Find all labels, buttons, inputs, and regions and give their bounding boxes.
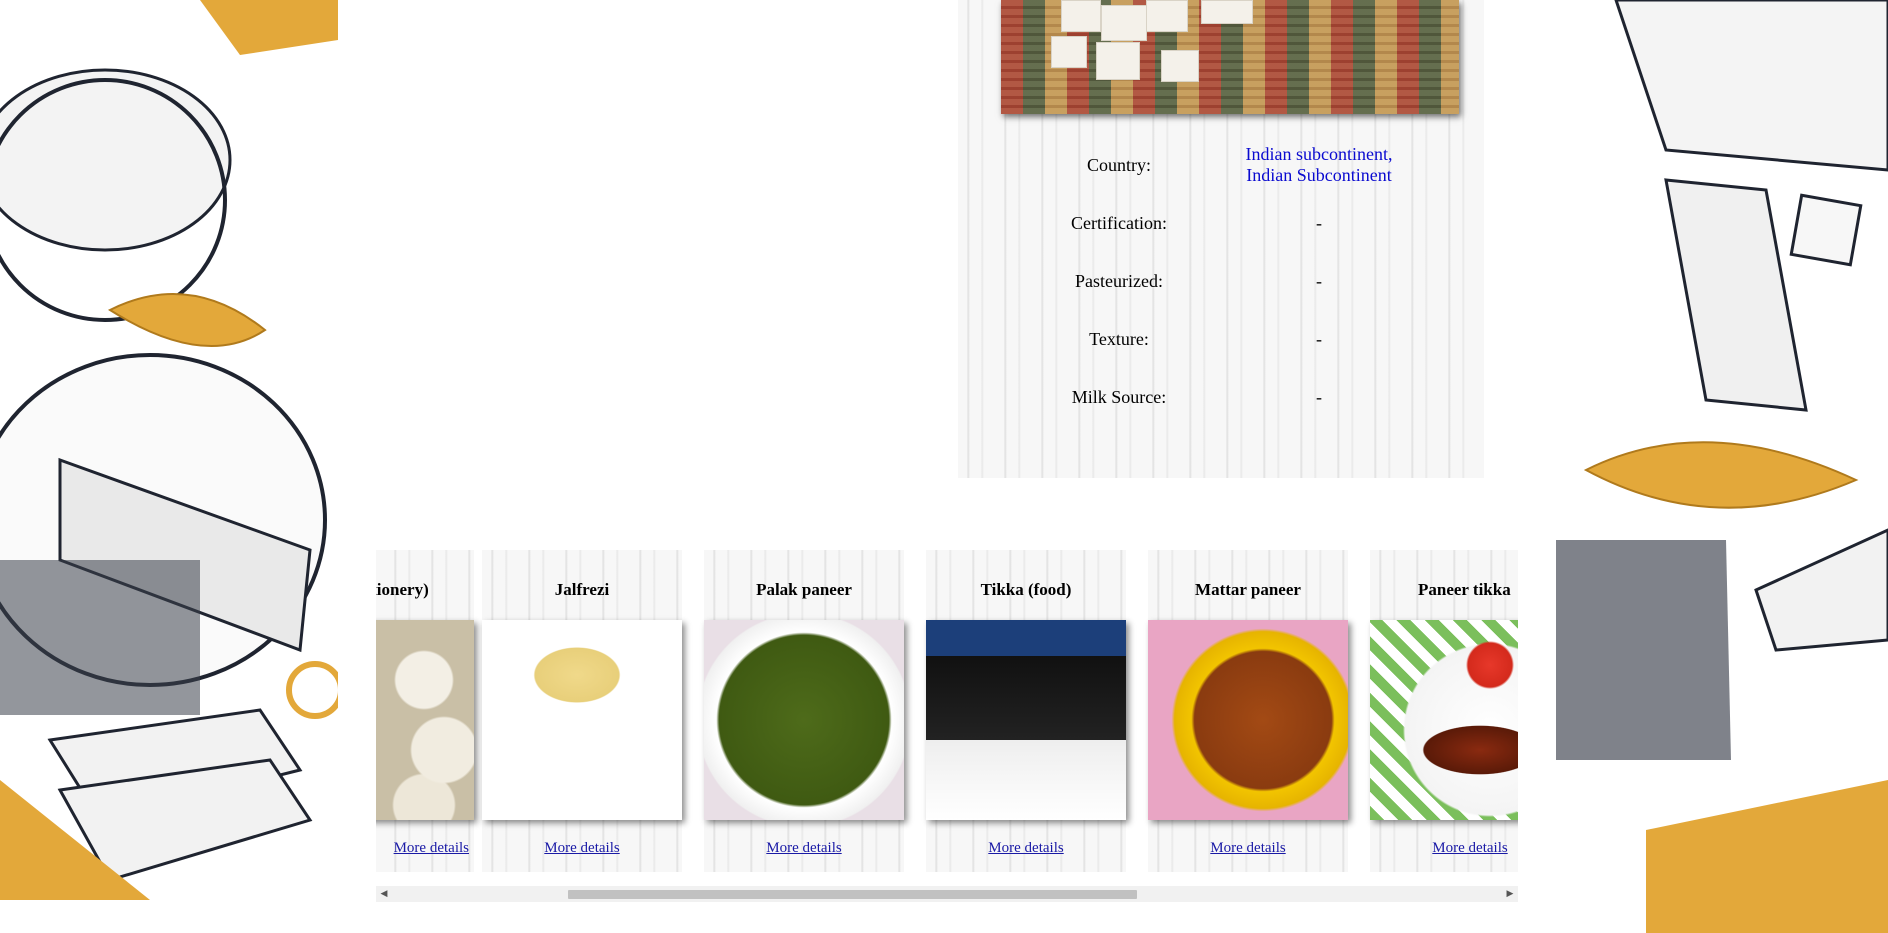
- dish-photo[interactable]: [926, 620, 1126, 820]
- property-value: Indian subcontinent, Indian Subcontinent: [1200, 136, 1438, 194]
- property-value: -: [1316, 386, 1322, 407]
- property-label: Texture:: [1089, 328, 1149, 349]
- dish-card: Paneer tikka More details: [1370, 550, 1518, 872]
- property-row-milk-source: Milk Source: -: [1038, 368, 1438, 426]
- cheese-detail-panel: Country: Indian subcontinent, Indian Sub…: [958, 0, 1484, 478]
- more-details-link[interactable]: More details: [926, 840, 1126, 857]
- right-cheese-illustration: [1556, 0, 1888, 933]
- more-details-link[interactable]: More details: [482, 840, 682, 857]
- dish-title: (confectionery): [376, 580, 429, 599]
- dish-title: Paneer tikka: [1418, 580, 1511, 599]
- property-value: -: [1316, 212, 1322, 233]
- property-label: Pasteurized:: [1075, 270, 1163, 291]
- property-value: -: [1316, 270, 1322, 291]
- dish-photo[interactable]: [376, 620, 474, 820]
- property-value: -: [1316, 328, 1322, 349]
- triangle-left-icon[interactable]: ◀: [376, 886, 392, 902]
- more-details-link[interactable]: More details: [1148, 840, 1348, 857]
- paneer-cube: [1096, 42, 1140, 80]
- dish-photo[interactable]: [1148, 620, 1348, 820]
- triangle-right-icon[interactable]: ▶: [1502, 886, 1518, 902]
- paneer-cube: [1161, 50, 1199, 82]
- property-row-certification: Certification: -: [1038, 194, 1438, 252]
- related-dishes-carousel[interactable]: (confectionery) More details Jalfrezi Mo…: [376, 550, 1518, 904]
- dish-photo[interactable]: [704, 620, 904, 820]
- more-details-link[interactable]: More details: [704, 840, 904, 857]
- dish-title: Tikka (food): [980, 580, 1072, 599]
- property-row-pasteurized: Pasteurized: -: [1038, 252, 1438, 310]
- property-label: Country:: [1086, 154, 1151, 175]
- country-link[interactable]: Indian Subcontinent: [1246, 165, 1391, 185]
- dish-photo[interactable]: [1370, 620, 1518, 820]
- dish-card: Jalfrezi More details: [482, 550, 682, 872]
- paneer-cube: [1101, 5, 1147, 41]
- paneer-hero-image: [1001, 0, 1459, 114]
- left-cheese-illustration: [0, 0, 338, 933]
- paneer-cube: [1061, 0, 1101, 32]
- paneer-cube: [1146, 0, 1188, 32]
- dish-photo[interactable]: [482, 620, 682, 820]
- dish-card: (confectionery) More details: [376, 550, 474, 872]
- cheese-properties-table: Country: Indian subcontinent, Indian Sub…: [1038, 136, 1438, 426]
- dish-title: Palak paneer: [756, 580, 852, 599]
- property-label: Certification:: [1071, 212, 1167, 233]
- paneer-cube: [1201, 0, 1253, 24]
- more-details-link[interactable]: More details: [1370, 840, 1518, 857]
- dish-title: Mattar paneer: [1195, 580, 1301, 599]
- property-label: Milk Source:: [1071, 386, 1167, 407]
- dish-card: Mattar paneer More details: [1148, 550, 1348, 872]
- dish-card: Palak paneer More details: [704, 550, 904, 872]
- country-link[interactable]: Indian subcontinent,: [1246, 144, 1393, 164]
- property-row-country: Country: Indian subcontinent, Indian Sub…: [1038, 136, 1438, 194]
- paneer-cube: [1051, 36, 1087, 68]
- carousel-horizontal-scrollbar[interactable]: ◀ ▶: [376, 886, 1518, 902]
- dish-title: Jalfrezi: [554, 580, 610, 599]
- scrollbar-thumb[interactable]: [568, 890, 1137, 899]
- dish-card: Tikka (food) More details: [926, 550, 1126, 872]
- more-details-link[interactable]: More details: [376, 840, 474, 857]
- property-row-texture: Texture: -: [1038, 310, 1438, 368]
